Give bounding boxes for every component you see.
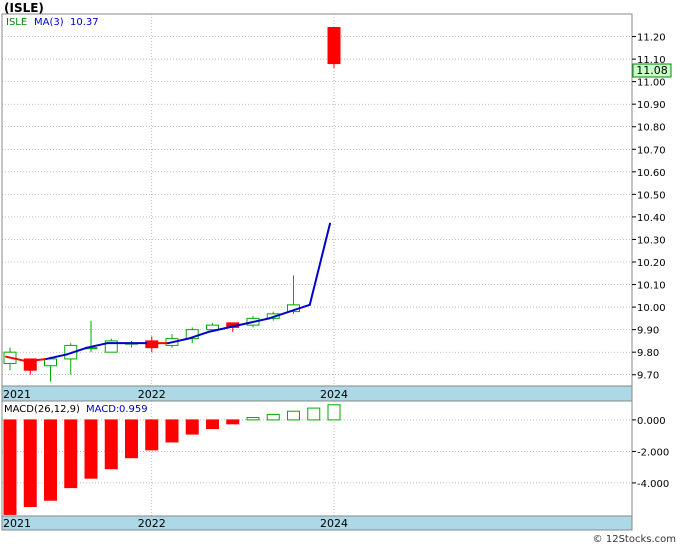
macd-bar (165, 419, 179, 443)
price-xaxis-label: 2022 (138, 388, 166, 401)
price-tick-label: 9.70 (637, 371, 659, 382)
macd-axis: 0.000 -2.000 -4.000 (632, 416, 669, 490)
price-xaxis-label: 2021 (3, 388, 31, 401)
macd-params-label: MACD(26,12,9) (4, 404, 80, 415)
macd-bar (84, 419, 98, 479)
macd-tick-label: -4.000 (637, 479, 669, 490)
macd-bar (206, 419, 219, 430)
macd-value: 0.959 (119, 404, 148, 415)
chart-title: (ISLE) (4, 1, 44, 15)
macd-bar (185, 419, 199, 435)
macd-xaxis-label: 2024 (320, 517, 348, 530)
price-tick-label: 10.60 (637, 168, 666, 179)
price-tick-label: 10.50 (637, 190, 666, 201)
candle-body (206, 324, 219, 331)
last-price-label: 11.08 (636, 64, 668, 77)
price-tick-label: 10.40 (637, 213, 666, 224)
price-panel (1, 13, 633, 387)
price-tick-label: 10.00 (637, 303, 666, 314)
legend-ma-label: MA(3) (34, 17, 64, 28)
macd-bar (64, 419, 78, 489)
macd-bar (226, 419, 240, 425)
stock-chart: (ISLE) 9.70 9.80 9.90 10.00 10.10 10.20 10.30 1… (1, 1, 676, 545)
price-xaxis-band (1, 385, 633, 402)
price-tick-label: 9.90 (637, 326, 659, 337)
macd-bar (246, 417, 260, 421)
price-tick-label: 11.20 (637, 33, 666, 44)
macd-xaxis-label: 2021 (3, 517, 31, 530)
price-tick-label: 11.00 (637, 78, 666, 89)
macd-bar (3, 419, 17, 515)
macd-bar (23, 419, 37, 508)
macd-bar (266, 413, 280, 421)
watermark: © 12Stocks.com (593, 534, 676, 545)
candle-body (145, 340, 159, 349)
macd-tick-label: 0.000 (637, 416, 666, 427)
macd-bar (125, 419, 138, 459)
macd-bar (307, 407, 321, 421)
macd-bar (327, 404, 341, 421)
price-tick-label: 10.30 (637, 235, 666, 246)
macd-xaxis-label: 2022 (138, 517, 166, 530)
macd-bar (287, 410, 300, 421)
legend-symbol: ISLE (6, 17, 27, 28)
price-tick-label: 10.20 (637, 258, 666, 269)
price-tick-label: 10.70 (637, 145, 666, 156)
macd-bar (145, 419, 159, 451)
price-tick-label: 10.80 (637, 123, 666, 134)
macd-xaxis-band (1, 515, 633, 531)
price-tick-label: 10.10 (637, 281, 666, 292)
price-tick-label: 10.90 (637, 100, 666, 111)
macd-label: MACD: (86, 404, 119, 415)
macd-bar (104, 419, 118, 470)
price-xaxis-label: 2024 (320, 388, 348, 401)
price-axis: 9.70 9.80 9.90 10.00 10.10 10.20 10.30 10.40 10.… (632, 33, 666, 382)
macd-tick-label: -2.000 (637, 447, 669, 458)
candle-body (327, 27, 341, 65)
legend-ma-value: 10.37 (70, 17, 99, 28)
price-tick-label: 9.80 (637, 348, 659, 359)
macd-bar (44, 419, 57, 501)
